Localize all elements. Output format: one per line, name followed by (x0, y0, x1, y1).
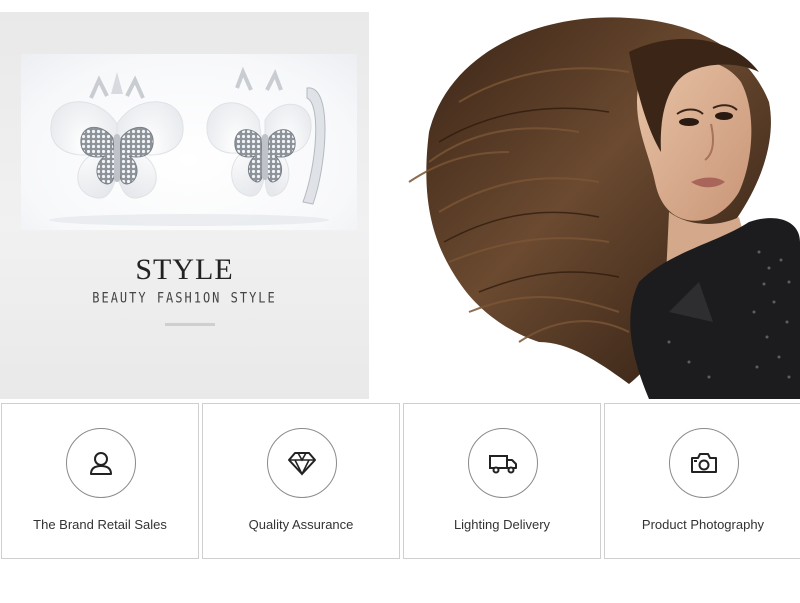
delivery-icon-circle (468, 428, 538, 498)
earrings-product-image (21, 54, 357, 230)
title-divider (165, 323, 215, 326)
photography-icon-circle (669, 428, 739, 498)
diamond-icon (288, 452, 316, 476)
user-icon (90, 452, 112, 475)
left-earring (50, 72, 184, 199)
hero-left-panel: STYLE BEAUTY FASH1ON STYLE (0, 12, 369, 399)
feature-card-photography: Product Photography (604, 403, 800, 559)
feature-label: Product Photography (641, 517, 765, 532)
feature-card-delivery: Lighting Delivery (403, 403, 601, 559)
feature-cards: The Brand Retail Sales Quality Assurance… (0, 403, 800, 559)
right-earring (206, 66, 326, 205)
camera-icon (691, 453, 717, 473)
retail-icon-circle (66, 428, 136, 498)
style-title: STYLE (135, 253, 234, 286)
quality-icon-circle (267, 428, 337, 498)
feature-label: The Brand Retail Sales (33, 517, 167, 532)
feature-label: Lighting Delivery (453, 517, 551, 532)
model-photo (369, 12, 800, 399)
feature-label: Quality Assurance (248, 517, 354, 532)
style-subtitle: BEAUTY FASH1ON STYLE (92, 289, 277, 307)
feature-card-quality: Quality Assurance (202, 403, 400, 559)
truck-icon (489, 455, 517, 474)
hero-banner: STYLE BEAUTY FASH1ON STYLE (0, 12, 800, 399)
feature-card-retail: The Brand Retail Sales (1, 403, 199, 559)
